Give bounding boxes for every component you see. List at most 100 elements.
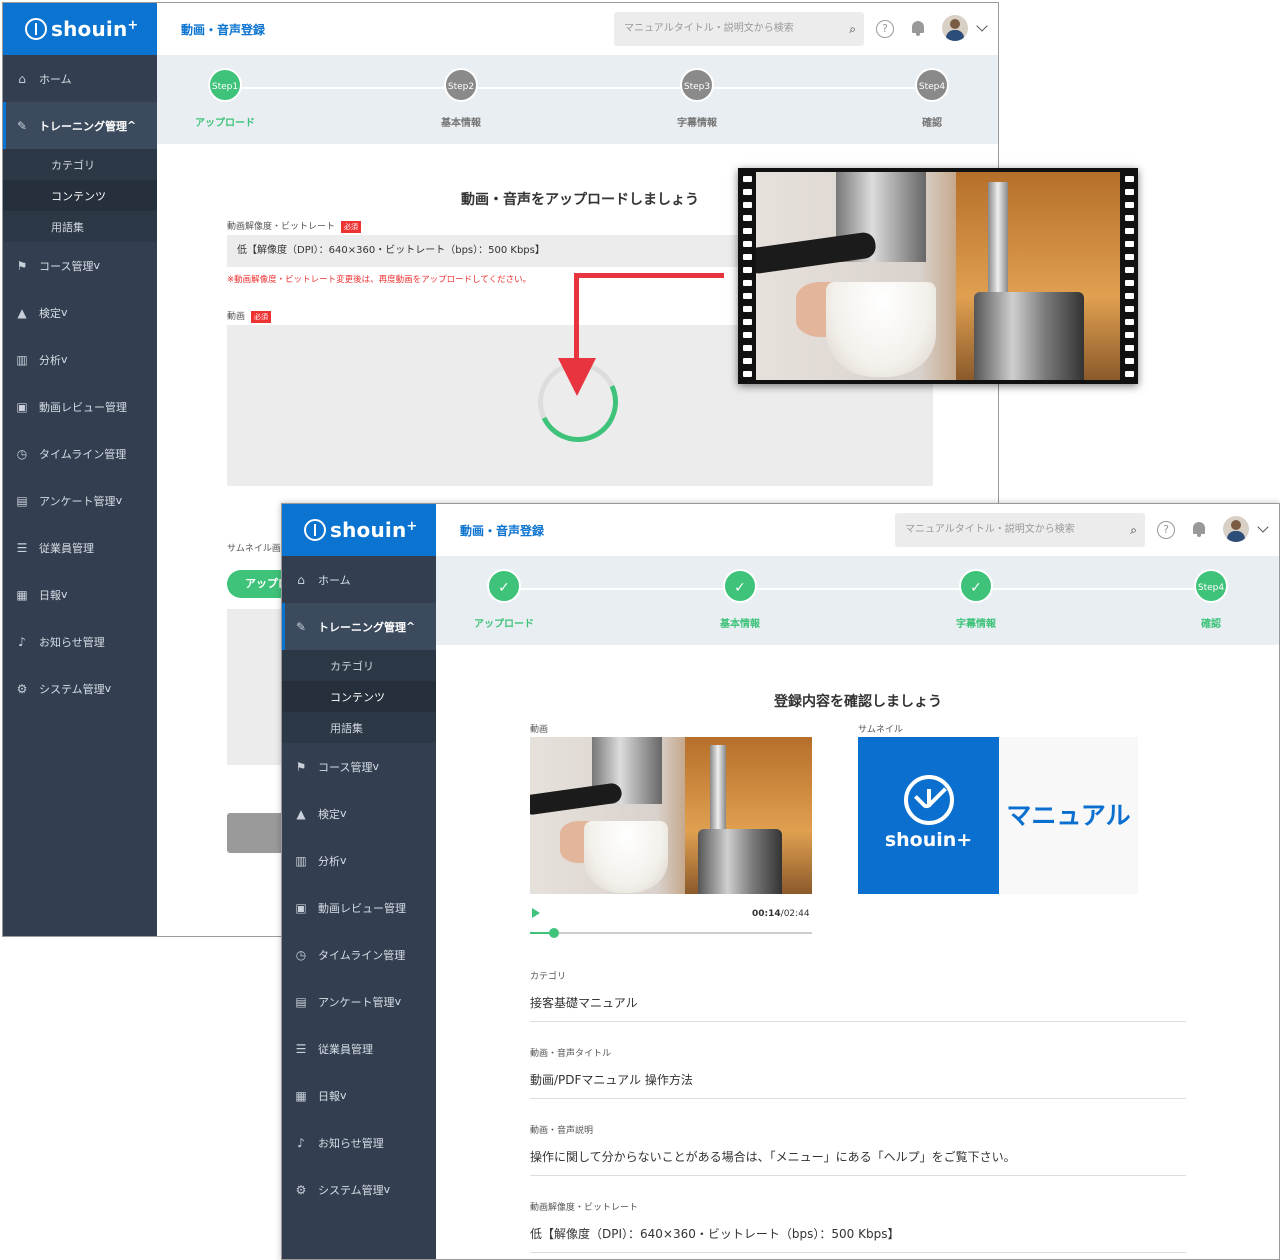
required-badge: 必須 bbox=[341, 220, 362, 233]
stepper-line bbox=[504, 588, 1227, 590]
sidebar-item-home[interactable]: ⌂ ホーム bbox=[3, 55, 157, 102]
brand-logo[interactable]: shouin + bbox=[3, 3, 157, 55]
seek-bar[interactable] bbox=[530, 932, 812, 934]
graduation-cap-icon: ▲ bbox=[17, 305, 27, 320]
bell-icon: ♪ bbox=[18, 634, 26, 649]
thumbnail-title: マニュアル bbox=[999, 737, 1138, 894]
sidebar-item-exam[interactable]: ▲ 検定 v bbox=[3, 289, 157, 336]
edit-icon: ✎ bbox=[295, 619, 307, 634]
video-file-icon: ▣ bbox=[295, 900, 307, 915]
bar-chart-icon: ▥ bbox=[295, 853, 307, 868]
thumbnail-brand-panel: shouin+ bbox=[858, 737, 999, 894]
sidebar-item-course[interactable]: ⚑ コース管理 v bbox=[282, 743, 436, 790]
sidebar-item-employees[interactable]: ☰ 従業員管理 bbox=[282, 1025, 436, 1072]
brand-logo[interactable]: shouin + bbox=[282, 504, 436, 556]
play-icon[interactable] bbox=[532, 908, 540, 918]
sidebar-item-system[interactable]: ⚙ システム管理 v bbox=[282, 1166, 436, 1213]
filmstrip-holes-right bbox=[1120, 168, 1138, 384]
sidebar-item-analysis[interactable]: ▥ 分析 v bbox=[282, 837, 436, 884]
sidebar-item-video-review[interactable]: ▣ 動画レビュー管理 bbox=[282, 884, 436, 931]
shouin-logo-icon bbox=[304, 519, 326, 541]
shouin-logo-icon bbox=[903, 775, 954, 825]
confirm-heading: 登録内容を確認しましょう bbox=[774, 694, 942, 710]
sidebar-item-survey[interactable]: ▤ アンケート管理 v bbox=[3, 477, 157, 524]
thumbnail-preview: shouin+ マニュアル bbox=[858, 737, 1138, 894]
video-preview[interactable] bbox=[530, 737, 812, 894]
gear-icon: ⚙ bbox=[16, 681, 28, 696]
sidebar-item-analysis[interactable]: ▥ 分析 v bbox=[3, 336, 157, 383]
flag-icon: ⚑ bbox=[295, 759, 307, 774]
sidebar-item-survey[interactable]: ▤ アンケート管理 v bbox=[282, 978, 436, 1025]
thumbnail-label: サムネイル画 bbox=[227, 544, 281, 554]
help-icon[interactable]: ? bbox=[876, 20, 894, 38]
step-3: Step3 字幕情報 bbox=[657, 68, 737, 129]
sidebar-item-daily-report[interactable]: ▦ 日報 v bbox=[282, 1072, 436, 1119]
sidebar-item-employees[interactable]: ☰ 従業員管理 bbox=[3, 524, 157, 571]
field-category: カテゴリ 接客基礎マニュアル bbox=[530, 969, 1186, 1022]
field-description: 動画・音声説明 操作に関して分からないことがある場合は、「メニュー」にある「ヘルプ… bbox=[530, 1123, 1186, 1176]
sidebar-subitem-category[interactable]: カテゴリ bbox=[3, 149, 157, 180]
bar-chart-icon: ▥ bbox=[16, 352, 28, 367]
shouin-logo-icon bbox=[25, 18, 47, 40]
stepper: ✓ アップロード ✓ 基本情報 ✓ 字幕情報 Step4 確認 bbox=[436, 556, 1279, 645]
sidebar-subitem-category[interactable]: カテゴリ bbox=[282, 650, 436, 681]
check-icon: ✓ bbox=[723, 569, 757, 603]
user-list-icon: ☰ bbox=[16, 540, 28, 555]
step-3: ✓ 字幕情報 bbox=[936, 569, 1016, 630]
sidebar-subitem-glossary[interactable]: 用語集 bbox=[3, 211, 157, 242]
step-1: Step1 アップロード bbox=[185, 68, 265, 129]
sidebar-item-training[interactable]: ✎ トレーニング管理 ^ bbox=[3, 102, 157, 149]
sidebar-item-notices[interactable]: ♪ お知らせ管理 bbox=[3, 618, 157, 665]
sidebar-item-exam[interactable]: ▲ 検定 v bbox=[282, 790, 436, 837]
sidebar-item-daily-report[interactable]: ▦ 日報 v bbox=[3, 571, 157, 618]
video-filmstrip bbox=[738, 168, 1138, 384]
sidebar-item-timeline[interactable]: ◷ タイムライン管理 bbox=[282, 931, 436, 978]
page-title: 動画・音声登録 bbox=[181, 23, 266, 37]
sidebar-item-video-review[interactable]: ▣ 動画レビュー管理 bbox=[3, 383, 157, 430]
resolution-label: 動画解像度・ビットレート 必須 bbox=[227, 219, 362, 233]
stepper: Step1 アップロード Step2 基本情報 Step3 字幕情報 Step4 確認 bbox=[157, 55, 998, 144]
search-icon[interactable]: ⌕ bbox=[1130, 513, 1137, 547]
notification-bell-icon[interactable] bbox=[1191, 520, 1207, 538]
search-input[interactable]: マニュアルタイトル・説明文から検索 ⌕ bbox=[614, 12, 864, 46]
playback-time: 00:14/02:44 bbox=[752, 909, 810, 919]
sidebar: ⌂ ホーム ✎ トレーニング管理 ^ カテゴリ コンテンツ 用語集 ⚑ コース管理 v ▲… bbox=[282, 556, 436, 1259]
step-4: Step4 確認 bbox=[892, 68, 972, 129]
search-input[interactable]: マニュアルタイトル・説明文から検索 ⌕ bbox=[895, 513, 1145, 547]
sidebar-item-training[interactable]: ✎ トレーニング管理 ^ bbox=[282, 603, 436, 650]
sidebar-item-home[interactable]: ⌂ ホーム bbox=[282, 556, 436, 603]
help-icon[interactable]: ? bbox=[1157, 521, 1175, 539]
report-icon: ▦ bbox=[295, 1088, 307, 1103]
confirm-window: shouin + ⌂ ホーム ✎ トレーニング管理 ^ カテゴリ コンテンツ 用語集 ⚑… bbox=[281, 503, 1280, 1260]
notification-bell-icon[interactable] bbox=[910, 19, 926, 37]
avatar[interactable] bbox=[1223, 516, 1249, 542]
filmstrip-holes-left bbox=[738, 168, 756, 384]
chevron-down-icon[interactable] bbox=[976, 20, 988, 32]
sidebar-item-system[interactable]: ⚙ システム管理 v bbox=[3, 665, 157, 712]
required-badge: 必須 bbox=[251, 310, 272, 323]
sidebar-item-course[interactable]: ⚑ コース管理 v bbox=[3, 242, 157, 289]
home-icon: ⌂ bbox=[297, 572, 305, 587]
edit-icon: ✎ bbox=[16, 118, 28, 133]
sidebar-item-notices[interactable]: ♪ お知らせ管理 bbox=[282, 1119, 436, 1166]
sidebar-subitem-glossary[interactable]: 用語集 bbox=[282, 712, 436, 743]
video-frame-image bbox=[756, 172, 1120, 380]
video-label: 動画 bbox=[530, 725, 549, 735]
sidebar-item-timeline[interactable]: ◷ タイムライン管理 bbox=[3, 430, 157, 477]
report-icon: ▦ bbox=[16, 587, 28, 602]
avatar[interactable] bbox=[942, 15, 968, 41]
step-4: Step4 確認 bbox=[1171, 569, 1251, 630]
clock-icon: ◷ bbox=[16, 446, 28, 461]
sidebar-subitem-contents[interactable]: コンテンツ bbox=[3, 180, 157, 211]
user-list-icon: ☰ bbox=[295, 1041, 307, 1056]
topbar: 動画・音声登録 マニュアルタイトル・説明文から検索 ⌕ ? bbox=[436, 504, 1279, 556]
chevron-down-icon[interactable] bbox=[1257, 521, 1269, 533]
arrow-down-icon bbox=[558, 358, 596, 396]
arrow-vertical bbox=[574, 273, 579, 363]
search-icon[interactable]: ⌕ bbox=[849, 12, 856, 46]
video-file-icon: ▣ bbox=[16, 399, 28, 414]
check-icon: ✓ bbox=[487, 569, 521, 603]
seek-handle[interactable] bbox=[548, 928, 559, 938]
sidebar-subitem-contents[interactable]: コンテンツ bbox=[282, 681, 436, 712]
step-2: ✓ 基本情報 bbox=[700, 569, 780, 630]
